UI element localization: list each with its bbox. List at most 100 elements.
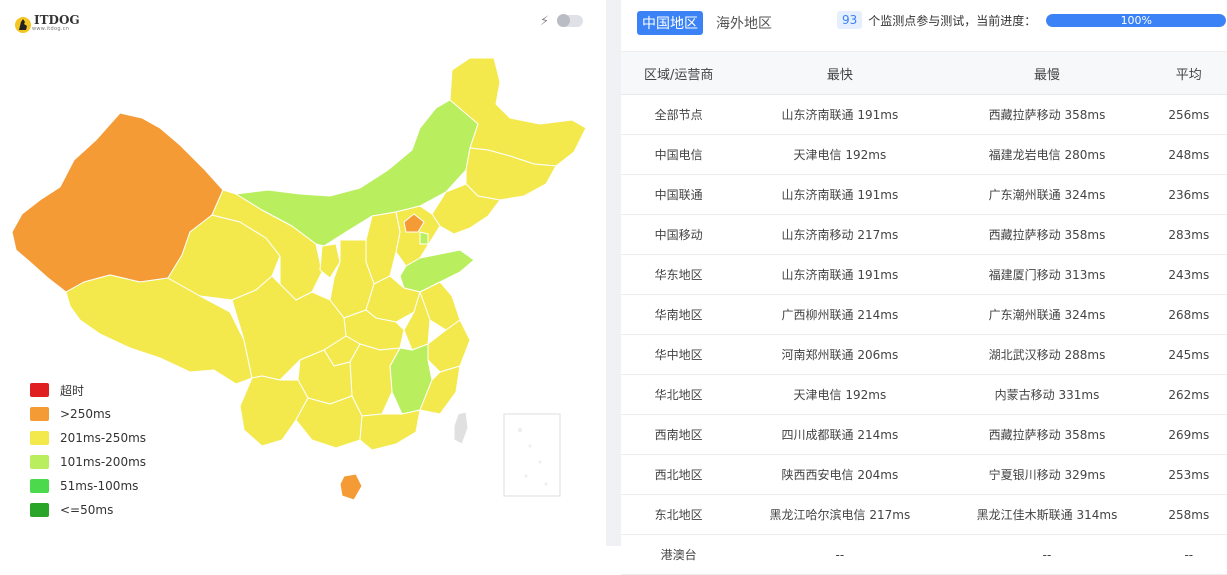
legend-label: 201ms-250ms [60, 431, 147, 445]
legend-item: 101ms-200ms [30, 450, 146, 474]
lightning-icon: ⚡ [540, 14, 550, 29]
cell-region: 港澳台 [621, 534, 737, 575]
legend-label: 101ms-200ms [60, 455, 147, 469]
legend-swatch [30, 431, 49, 445]
cell-region: 中国移动 [621, 214, 737, 255]
cell-slowest: 宁夏银川移动 329ms [943, 454, 1151, 495]
region-tabs: 中国地区 海外地区 [637, 11, 785, 35]
cell-average: 269ms [1150, 414, 1227, 455]
cell-fastest: -- [736, 534, 944, 575]
cell-fastest: 四川成都联通 214ms [736, 414, 944, 455]
cell-average: 262ms [1150, 374, 1227, 415]
cell-average: 258ms [1150, 494, 1227, 535]
progress-bar: 100% [1046, 13, 1227, 27]
logo-title: ITDOG [34, 13, 80, 27]
cell-slowest: 广东潮州联通 324ms [943, 294, 1151, 335]
table-row: 华中地区 河南郑州联通 206ms 湖北武汉移动 288ms 245ms [621, 334, 1227, 375]
cell-region: 西北地区 [621, 454, 737, 495]
legend-item: 51ms-100ms [30, 474, 146, 498]
south-china-sea-inset [503, 413, 561, 497]
table-row: 东北地区 黑龙江哈尔滨电信 217ms 黑龙江佳木斯联通 314ms 258ms [621, 494, 1227, 535]
cell-slowest: 内蒙古移动 331ms [943, 374, 1151, 415]
cell-average: 253ms [1150, 454, 1227, 495]
cell-region: 华北地区 [621, 374, 737, 415]
table-row: 华东地区 山东济南联通 191ms 福建厦门移动 313ms 243ms [621, 254, 1227, 295]
cell-fastest: 山东济南联通 191ms [736, 94, 944, 135]
cell-slowest: 湖北武汉移动 288ms [943, 334, 1151, 375]
latency-legend: 超时 >250ms 201ms-250ms 101ms-200ms 51ms-1… [30, 378, 146, 522]
cell-average: 236ms [1150, 174, 1227, 215]
cell-region: 华中地区 [621, 334, 737, 375]
region-yunnan [239, 375, 309, 447]
table-row: 西南地区 四川成都联通 214ms 西藏拉萨移动 358ms 269ms [621, 414, 1227, 455]
legend-swatch [30, 503, 49, 517]
legend-item: <=50ms [30, 498, 146, 522]
legend-swatch [30, 455, 49, 469]
tab-overseas[interactable]: 海外地区 [711, 11, 777, 35]
progress-text: 个监测点参与测试，当前进度： [868, 13, 1037, 28]
table-row: 华南地区 广西柳州联通 214ms 广东潮州联通 324ms 268ms [621, 294, 1227, 335]
cell-region: 中国联通 [621, 174, 737, 215]
cell-slowest: 黑龙江佳木斯联通 314ms [943, 494, 1151, 535]
cell-average: 245ms [1150, 334, 1227, 375]
tab-china[interactable]: 中国地区 [637, 11, 703, 35]
table-row: 华北地区 天津电信 192ms 内蒙古移动 331ms 262ms [621, 374, 1227, 415]
cell-slowest: 福建厦门移动 313ms [943, 254, 1151, 295]
legend-item: >250ms [30, 402, 146, 426]
cell-fastest: 天津电信 192ms [736, 134, 944, 175]
legend-label: >250ms [60, 407, 111, 421]
cell-region: 中国电信 [621, 134, 737, 175]
results-table: 区域/运营商 最快 最慢 平均 全部节点 山东济南联通 191ms 西藏拉萨移动 3… [621, 51, 1227, 575]
cell-slowest: -- [943, 534, 1151, 575]
header-slowest[interactable]: 最慢 [943, 51, 1151, 95]
legend-item: 201ms-250ms [30, 426, 146, 450]
auto-refresh-toggle[interactable] [557, 14, 583, 27]
dog-icon [15, 17, 31, 33]
cell-slowest: 广东潮州联通 324ms [943, 174, 1151, 215]
legend-label: 超时 [60, 383, 85, 398]
table-row: 全部节点 山东济南联通 191ms 西藏拉萨移动 358ms 256ms [621, 94, 1227, 135]
cell-region: 东北地区 [621, 494, 737, 535]
cell-average: 248ms [1150, 134, 1227, 175]
panel-divider [606, 0, 621, 546]
region-guangxi [295, 395, 363, 449]
cell-average: 256ms [1150, 94, 1227, 135]
cell-average: 283ms [1150, 214, 1227, 255]
progress-value: 100% [1120, 13, 1153, 27]
cell-fastest: 天津电信 192ms [736, 374, 944, 415]
cell-region: 华南地区 [621, 294, 737, 335]
cell-slowest: 西藏拉萨移动 358ms [943, 414, 1151, 455]
legend-swatch [30, 407, 49, 421]
cell-region: 华东地区 [621, 254, 737, 295]
region-tianjin [419, 231, 429, 245]
node-count-badge: 93 [837, 11, 863, 29]
progress-area: 93 个监测点参与测试，当前进度： 100% [837, 11, 1227, 29]
table-row: 西北地区 陕西西安电信 204ms 宁夏银川移动 329ms 253ms [621, 454, 1227, 495]
cell-slowest: 西藏拉萨移动 358ms [943, 214, 1151, 255]
itdog-logo: ITDOG www.itdog.cn [14, 14, 80, 34]
region-guangdong [359, 409, 421, 451]
cell-fastest: 黑龙江哈尔滨电信 217ms [736, 494, 944, 535]
cell-fastest: 河南郑州联通 206ms [736, 334, 944, 375]
table-header-row: 区域/运营商 最快 最慢 平均 [621, 51, 1227, 95]
table-row: 中国移动 山东济南移动 217ms 西藏拉萨移动 358ms 283ms [621, 214, 1227, 255]
cell-average: 268ms [1150, 294, 1227, 335]
legend-label: 51ms-100ms [60, 479, 139, 493]
header-fastest[interactable]: 最快 [736, 51, 944, 95]
legend-label: <=50ms [60, 503, 114, 517]
header-average[interactable]: 平均 [1150, 51, 1227, 95]
results-panel: 中国地区 海外地区 93 个监测点参与测试，当前进度： 100% 区域/运营商 … [621, 0, 1227, 575]
header-region[interactable]: 区域/运营商 [621, 51, 737, 95]
cell-fastest: 山东济南联通 191ms [736, 254, 944, 295]
cell-region: 西南地区 [621, 414, 737, 455]
cell-average: -- [1150, 534, 1227, 575]
map-panel: ITDOG www.itdog.cn ⚡ 超时 >250ms 201ms-250… [0, 0, 606, 546]
table-row: 中国电信 天津电信 192ms 福建龙岩电信 280ms 248ms [621, 134, 1227, 175]
table-row: 港澳台 -- -- -- [621, 534, 1227, 575]
region-taiwan [453, 411, 469, 445]
toggle-knob [557, 14, 570, 27]
cell-slowest: 西藏拉萨移动 358ms [943, 94, 1151, 135]
cell-average: 243ms [1150, 254, 1227, 295]
cell-fastest: 山东济南联通 191ms [736, 174, 944, 215]
cell-fastest: 山东济南移动 217ms [736, 214, 944, 255]
